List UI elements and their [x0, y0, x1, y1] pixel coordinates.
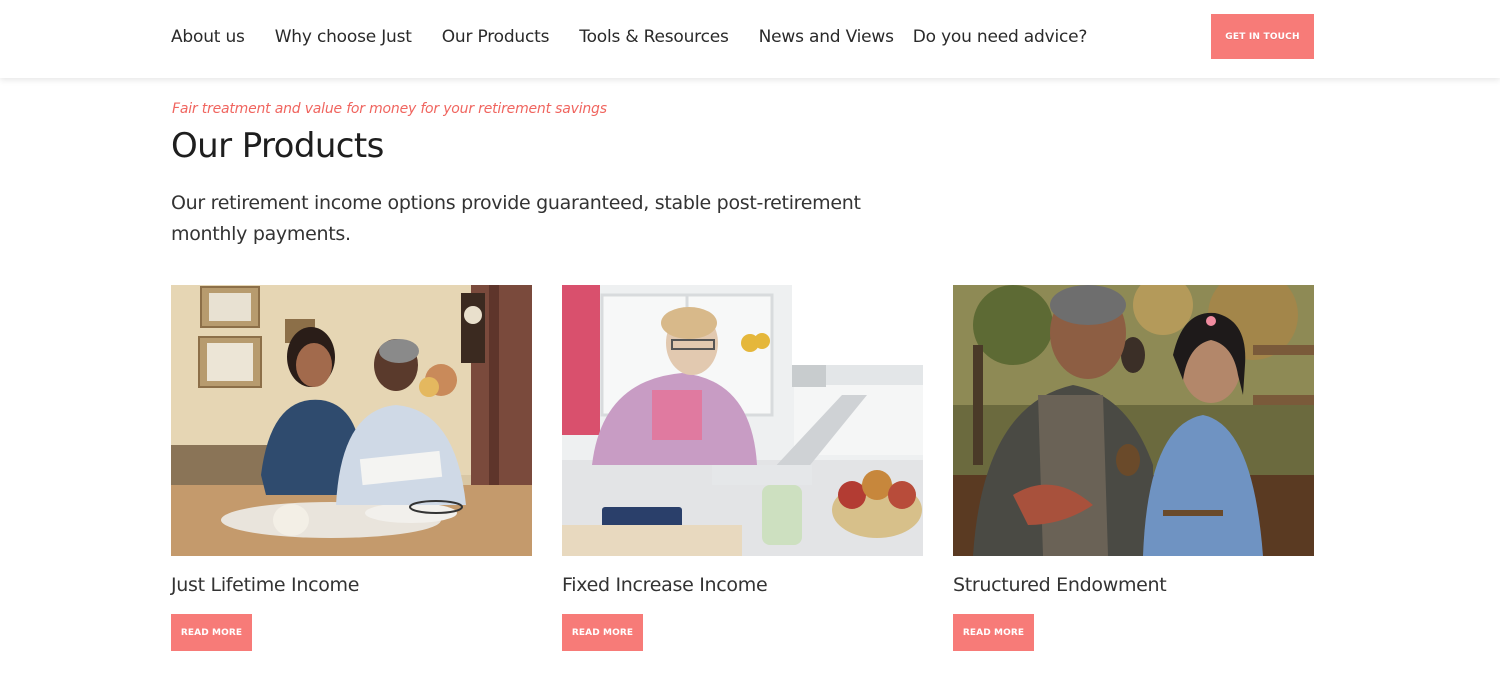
get-in-touch-button[interactable]: GET IN TOUCH: [1211, 14, 1314, 59]
product-card-structured-endowment: Structured Endowment READ MORE: [953, 285, 1314, 651]
product-card-lifetime-income: Just Lifetime Income READ MORE: [171, 285, 532, 651]
product-title: Just Lifetime Income: [171, 574, 360, 596]
nav-item-need-advice[interactable]: Do you need advice?: [913, 27, 1088, 47]
nav-item-about-us[interactable]: About us: [171, 27, 245, 47]
product-card-fixed-increase: Fixed Increase Income READ MORE: [562, 285, 923, 651]
page-title: Our Products: [171, 126, 384, 166]
product-photo-couple: [171, 285, 532, 556]
read-more-button[interactable]: READ MORE: [171, 614, 252, 651]
nav-item-news-and-views[interactable]: News and Views: [759, 27, 894, 47]
read-more-button[interactable]: READ MORE: [562, 614, 643, 651]
product-title: Structured Endowment: [953, 574, 1167, 596]
nav-item-our-products[interactable]: Our Products: [442, 27, 550, 47]
main-nav: About us Why choose Just Our Products To…: [171, 24, 1087, 50]
site-header: About us Why choose Just Our Products To…: [0, 0, 1500, 78]
product-title: Fixed Increase Income: [562, 574, 768, 596]
page-intro: Our retirement income options provide gu…: [171, 192, 861, 245]
nav-item-tools-resources[interactable]: Tools & Resources: [579, 27, 729, 47]
product-photo-grandfather-child: [953, 285, 1314, 556]
product-photo-woman-laptop: [562, 285, 923, 556]
nav-item-why-choose-just[interactable]: Why choose Just: [275, 27, 412, 47]
read-more-button[interactable]: READ MORE: [953, 614, 1034, 651]
page-tagline: Fair treatment and value for money for y…: [172, 101, 607, 117]
